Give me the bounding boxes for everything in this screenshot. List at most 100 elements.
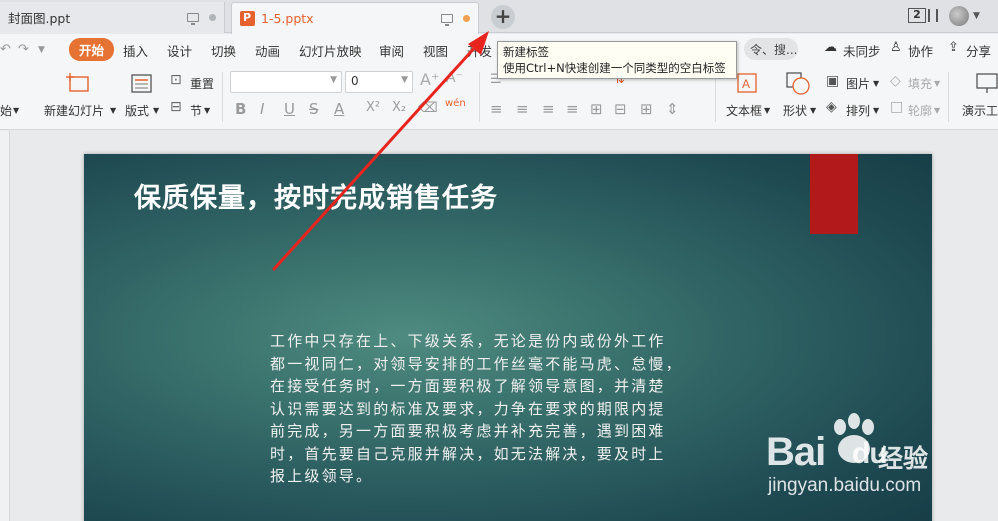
tab-label: 封面图.ppt bbox=[8, 11, 71, 26]
decorative-red-tab bbox=[810, 154, 858, 234]
new-tab-button[interactable]: + bbox=[491, 5, 515, 29]
new-slide-icon[interactable] bbox=[65, 72, 91, 94]
justify-icon[interactable]: ≡ bbox=[566, 100, 579, 118]
svg-text:A: A bbox=[742, 77, 750, 91]
window-list-icon[interactable] bbox=[928, 9, 938, 22]
chevron-down-icon[interactable]: ▼ bbox=[973, 11, 980, 21]
section-button[interactable]: 节 bbox=[190, 102, 202, 119]
slide-body-text[interactable]: 工作中只存在上、下级关系，无论是份内或份外工作 都一视同仁，对领导安排的工作丝毫… bbox=[270, 330, 790, 488]
font-color-button[interactable]: A bbox=[334, 100, 344, 118]
picture-button[interactable]: 图片 bbox=[846, 75, 870, 92]
text-direction-icon[interactable]: ⊟ bbox=[614, 100, 627, 118]
align-left-icon[interactable]: ≡ bbox=[490, 100, 503, 118]
slide-title[interactable]: 保质保量，按时完成销售任务 bbox=[134, 176, 498, 215]
chevron-down-icon[interactable]: ▼ bbox=[934, 106, 940, 115]
decrease-font-icon[interactable]: A⁻ bbox=[446, 70, 463, 86]
textbox-icon[interactable]: A bbox=[736, 72, 758, 94]
undo-icon[interactable]: ↶ bbox=[0, 42, 11, 57]
share-icon: ⇪ bbox=[948, 40, 959, 55]
chevron-down-icon[interactable]: ▼ bbox=[873, 106, 879, 115]
distribute-icon[interactable]: ⊞ bbox=[590, 100, 603, 118]
window-count-badge[interactable]: 2 bbox=[908, 8, 926, 23]
chevron-down-icon[interactable]: ▼ bbox=[110, 106, 116, 115]
body-line: 报上级领导。 bbox=[270, 467, 374, 485]
share-button[interactable]: 分享 bbox=[966, 41, 991, 60]
search-box[interactable]: 令、搜... bbox=[744, 38, 798, 60]
user-icon: ♙ bbox=[890, 40, 902, 55]
ppt-file-icon bbox=[240, 11, 255, 26]
divider bbox=[948, 72, 949, 122]
arrange-button[interactable]: 排列 bbox=[846, 102, 870, 119]
divider bbox=[479, 72, 480, 122]
chevron-down-icon[interactable]: ▼ bbox=[204, 106, 210, 115]
new-tab-tooltip: 新建标签 使用Ctrl+N快速创建一个同类型的空白标签 bbox=[497, 41, 737, 79]
tab-status-dot bbox=[209, 14, 216, 21]
start-label[interactable]: 始 bbox=[0, 102, 12, 119]
underline-button[interactable]: U bbox=[284, 100, 295, 118]
avatar[interactable] bbox=[949, 6, 969, 26]
menu-tab-animation[interactable]: 动画 bbox=[255, 41, 280, 60]
monitor-icon[interactable] bbox=[441, 14, 453, 26]
presenter-button[interactable]: 演示工 bbox=[962, 102, 998, 119]
layout-button[interactable]: 版式 bbox=[125, 102, 149, 119]
menu-tab-view[interactable]: 视图 bbox=[423, 41, 448, 60]
collab-button[interactable]: 协作 bbox=[908, 41, 933, 60]
layout-icon[interactable] bbox=[131, 74, 153, 94]
cloud-icon: ☁ bbox=[824, 40, 837, 55]
outline-button[interactable]: 轮廓 bbox=[908, 102, 932, 119]
chevron-down-icon[interactable]: ▼ bbox=[810, 106, 816, 115]
presenter-icon[interactable] bbox=[975, 72, 998, 94]
watermark-url: jingyan.baidu.com bbox=[768, 475, 922, 496]
menu-tab-insert[interactable]: 插入 bbox=[123, 41, 148, 60]
font-family-select[interactable]: ▼ bbox=[230, 71, 342, 93]
font-size-select[interactable]: 0 ▼ bbox=[345, 71, 413, 93]
fill-button[interactable]: 填充 bbox=[908, 75, 932, 92]
chevron-down-icon[interactable]: ▼ bbox=[13, 106, 19, 115]
chevron-down-icon[interactable]: ▼ bbox=[153, 106, 159, 115]
menu-tab-design[interactable]: 设计 bbox=[167, 41, 192, 60]
pinyin-button[interactable]: wén bbox=[445, 98, 466, 109]
paragraph-spacing-icon[interactable]: ⇕ bbox=[666, 100, 679, 118]
bold-button[interactable]: B bbox=[235, 100, 246, 118]
body-line: 时，首先要自己克服并解决，如无法解决，要及时上 bbox=[270, 444, 666, 463]
shape-icon[interactable] bbox=[786, 72, 812, 96]
sync-button[interactable]: 未同步 bbox=[843, 41, 881, 60]
menu-tab-developer[interactable]: 开发 bbox=[467, 41, 492, 60]
monitor-icon[interactable] bbox=[187, 13, 199, 25]
eraser-icon[interactable]: ⌫ bbox=[418, 100, 438, 116]
menu-tab-slideshow[interactable]: 幻灯片放映 bbox=[299, 41, 362, 60]
divider bbox=[715, 72, 716, 122]
italic-button[interactable]: I bbox=[260, 100, 264, 118]
menu-tab-start[interactable]: 开始 bbox=[69, 38, 115, 61]
subscript-button[interactable]: X₂ bbox=[392, 100, 406, 115]
reset-button[interactable]: 重置 bbox=[190, 75, 214, 92]
menu-tab-transition[interactable]: 切换 bbox=[211, 41, 236, 60]
menu-tab-review[interactable]: 审阅 bbox=[379, 41, 404, 60]
chevron-down-icon[interactable]: ▼ bbox=[873, 79, 879, 88]
columns-icon[interactable]: ⊞ bbox=[640, 100, 653, 118]
align-right-icon[interactable]: ≡ bbox=[542, 100, 555, 118]
divider bbox=[222, 72, 223, 122]
body-line: 工作中只存在上、下级关系，无论是份内或份外工作 bbox=[270, 332, 666, 350]
textbox-button[interactable]: 文本框 bbox=[726, 102, 762, 119]
increase-font-icon[interactable]: A⁺ bbox=[420, 70, 439, 89]
arrange-icon: ◈ bbox=[826, 99, 837, 115]
thumbnail-pane[interactable] bbox=[0, 131, 10, 521]
redo-icon[interactable]: ↷ bbox=[18, 42, 29, 57]
body-line: 都一视同仁，对领导安排的工作丝毫不能马虎、怠慢， bbox=[270, 354, 683, 373]
tooltip-title: 新建标签 bbox=[503, 45, 549, 59]
unsaved-dot bbox=[463, 15, 470, 22]
chevron-down-icon[interactable]: ▼ bbox=[934, 79, 940, 88]
shape-button[interactable]: 形状 bbox=[783, 102, 807, 119]
new-slide-button[interactable]: 新建幻灯片 bbox=[44, 102, 104, 119]
align-center-icon[interactable]: ≡ bbox=[516, 100, 529, 118]
superscript-button[interactable]: X² bbox=[366, 100, 380, 115]
section-icon: ⊟ bbox=[170, 99, 182, 115]
strikethrough-button[interactable]: S bbox=[309, 100, 319, 118]
body-line: 在接受任务时，一方面要积极了解领导意图，并清楚 bbox=[270, 377, 666, 395]
tab-1-5-pptx[interactable]: 1-5.pptx bbox=[231, 2, 479, 34]
chevron-down-icon[interactable]: ▼ bbox=[38, 45, 45, 55]
picture-icon: ▣ bbox=[826, 73, 840, 89]
chevron-down-icon[interactable]: ▼ bbox=[764, 106, 770, 115]
tab-cover-ppt[interactable]: 封面图.ppt bbox=[0, 2, 225, 33]
